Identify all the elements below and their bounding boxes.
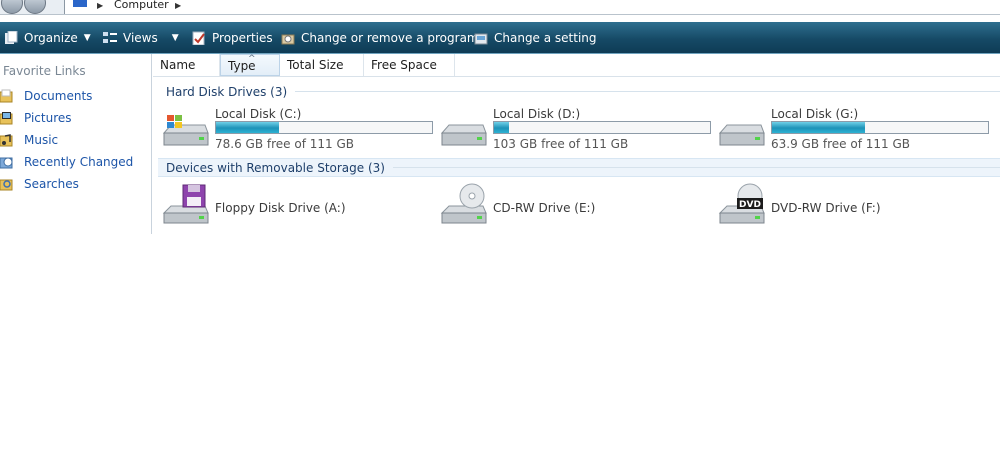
drive-usage-fill (216, 122, 279, 133)
drive-name: Local Disk (C:) (215, 107, 302, 121)
column-header-name[interactable]: Name (153, 54, 220, 76)
music-icon (0, 133, 14, 147)
hard-drive-icon (717, 107, 765, 151)
drive-free-space: 63.9 GB free of 111 GB (771, 137, 910, 151)
group-divider (392, 167, 1000, 168)
column-headers: Name ^ Type Total Size Free Space (153, 54, 1000, 77)
sidebar-item-label: Music (24, 133, 59, 147)
group-title: Devices with Removable Storage (3) (166, 160, 385, 175)
recently-changed-icon (0, 155, 14, 169)
command-bar: Organize ▼ Views ▼ Properties Change or … (0, 22, 1000, 54)
breadcrumb-arrow-icon[interactable]: ▶ (175, 1, 181, 10)
drive-name: Local Disk (D:) (493, 107, 581, 121)
drive-name: CD-RW Drive (E:) (493, 201, 596, 215)
sidebar-item-music[interactable]: Music (0, 131, 58, 149)
change-remove-program-label: Change or remove a program (301, 30, 479, 45)
sidebar-item-documents[interactable]: Documents (0, 87, 92, 105)
views-button[interactable]: Views ▼ (103, 22, 179, 53)
group-title: Hard Disk Drives (3) (166, 84, 288, 99)
dvd-drive-icon: DVD (717, 183, 765, 227)
drive-usage-bar (493, 121, 711, 134)
drive-name: Floppy Disk Drive (A:) (215, 201, 346, 215)
group-header-removable[interactable]: Devices with Removable Storage (3) (158, 158, 1000, 177)
program-box-icon (281, 31, 295, 45)
floppy-drive-icon (161, 183, 209, 227)
organize-icon (4, 30, 18, 45)
breadcrumb-arrow-icon[interactable]: ▶ (97, 1, 103, 10)
views-label: Views (123, 30, 158, 45)
breadcrumb-computer[interactable]: Computer (114, 0, 169, 11)
drive-usage-bar (771, 121, 989, 134)
sidebar-item-label: Documents (24, 89, 93, 103)
sidebar-item-label: Pictures (24, 111, 72, 125)
views-icon (103, 31, 117, 45)
searches-icon (0, 177, 14, 191)
chevron-down-icon: ▼ (83, 32, 91, 43)
drive-name: DVD-RW Drive (F:) (771, 201, 881, 215)
change-setting-label: Change a setting (494, 30, 597, 45)
change-setting-button[interactable]: Change a setting (474, 22, 597, 53)
organize-label: Organize (24, 30, 78, 45)
sort-arrow-icon: ^ (248, 54, 256, 64)
drive-usage-fill (494, 122, 510, 133)
drive-item-a[interactable]: Floppy Disk Drive (A:) (161, 183, 431, 229)
navigation-pane: Favorite Links Documents Pictures Music … (0, 54, 152, 234)
drive-free-space: 103 GB free of 111 GB (493, 137, 629, 151)
address-bar-area: ▶ Computer ▶ (0, 0, 1000, 15)
computer-icon (73, 0, 87, 7)
properties-button[interactable]: Properties (192, 22, 273, 53)
drive-usage-fill (772, 122, 865, 133)
documents-icon (0, 89, 14, 103)
organize-button[interactable]: Organize ▼ (4, 22, 91, 53)
sidebar-item-label: Searches (24, 177, 79, 191)
properties-label: Properties (212, 30, 273, 45)
address-bar[interactable]: ▶ Computer ▶ (64, 0, 1000, 14)
drive-item-d[interactable]: Local Disk (D:) 103 GB free of 111 GB (439, 107, 719, 153)
forward-button[interactable] (24, 0, 46, 14)
drive-usage-bar (215, 121, 433, 134)
pictures-icon (0, 111, 14, 125)
column-header-free-space[interactable]: Free Space (364, 54, 455, 76)
dvd-label: DVD (739, 200, 761, 210)
chevron-down-icon: ▼ (171, 32, 179, 43)
sidebar-item-label: Recently Changed (24, 155, 134, 169)
drive-free-space: 78.6 GB free of 111 GB (215, 137, 354, 151)
cd-drive-icon (439, 183, 487, 227)
sidebar-item-pictures[interactable]: Pictures (0, 109, 72, 127)
group-divider (295, 91, 1000, 92)
column-header-total-size[interactable]: Total Size (280, 54, 364, 76)
group-header-hard-disks[interactable]: Hard Disk Drives (3) (158, 83, 1000, 100)
back-button[interactable] (1, 0, 23, 14)
drive-item-e[interactable]: CD-RW Drive (E:) (439, 183, 709, 229)
windows-drive-icon (161, 107, 209, 151)
sidebar-item-recently-changed[interactable]: Recently Changed (0, 153, 133, 171)
favorite-links-heading: Favorite Links (3, 64, 86, 78)
change-remove-program-button[interactable]: Change or remove a program (281, 22, 479, 53)
drive-name: Local Disk (G:) (771, 107, 859, 121)
control-panel-icon (474, 31, 488, 45)
drive-item-g[interactable]: Local Disk (G:) 63.9 GB free of 111 GB (717, 107, 997, 153)
drive-item-c[interactable]: Local Disk (C:) 78.6 GB free of 111 GB (161, 107, 441, 153)
column-header-type[interactable]: ^ Type (220, 54, 280, 76)
hard-drive-icon (439, 107, 487, 151)
properties-icon (192, 31, 206, 45)
sidebar-item-searches[interactable]: Searches (0, 175, 79, 193)
drive-item-f[interactable]: DVD DVD-RW Drive (F:) (717, 183, 987, 229)
